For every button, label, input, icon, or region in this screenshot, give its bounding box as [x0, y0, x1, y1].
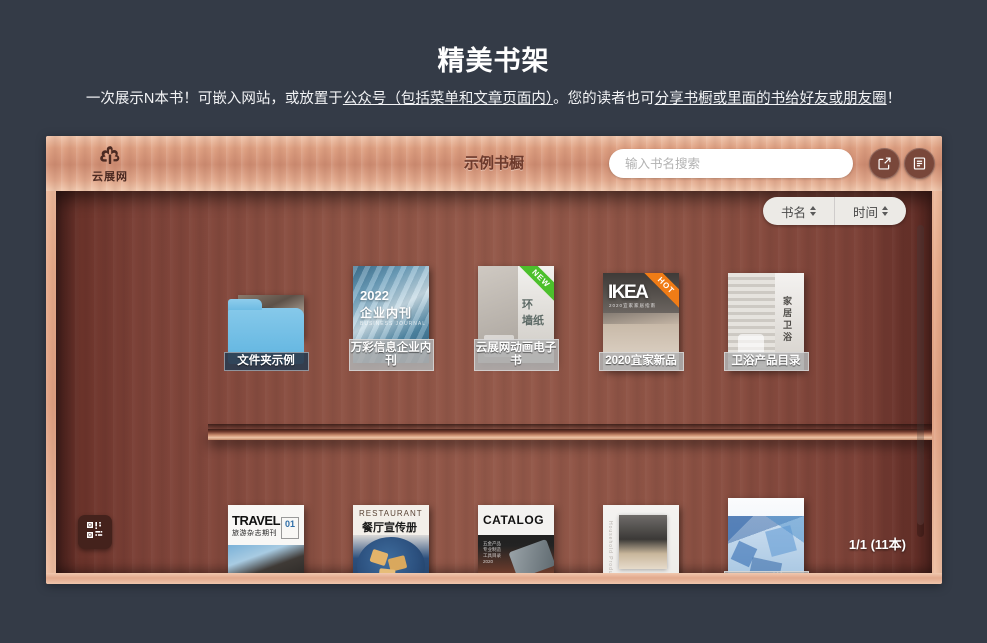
sort-by-time[interactable]: 时间	[833, 197, 906, 225]
book-cover: TRAVEL 旅游杂志期刊 01	[228, 505, 304, 573]
subtitle-text: 一次展示N本书！可嵌入网站，或放置于	[85, 91, 343, 107]
book-item[interactable]: 2022 企业内刊 BUSINESS JOURNAL 万彩信息企业内刊	[347, 266, 435, 371]
book-item[interactable]: IKEA 2020宜家家居指南 HOT 2020宜家新品	[597, 273, 685, 371]
book-title-label: 卫浴产品目录	[723, 352, 809, 371]
book-cover: RESTAURANT 餐厅宣传册	[353, 505, 429, 573]
page-root: 精美书架 一次展示N本书！可嵌入网站，或放置于公众号（包括菜单和文章页面内）。您…	[0, 0, 987, 643]
sort-arrows-icon	[882, 206, 888, 216]
list-icon	[912, 156, 927, 171]
book-item[interactable]: Household Products 家居生活馆 Home Life 家居产品目…	[597, 505, 685, 573]
book-title-label: 2020宜家新品	[598, 352, 684, 371]
book-cover: CATALOG 五金产品 专业制造 工具目录 2020	[478, 505, 554, 573]
vertical-scrollbar[interactable]	[917, 225, 924, 537]
page-subtitle: 一次展示N本书！可嵌入网站，或放置于公众号（包括菜单和文章页面内）。您的读者也可…	[0, 88, 987, 110]
sort-by-title-label: 书名	[780, 205, 806, 220]
subtitle-text: ！	[886, 91, 902, 107]
book-item[interactable]: RESTAURANT 餐厅宣传册 餐厅宣传册	[347, 505, 435, 573]
book-cover: 多媒体翻页电子书	[728, 498, 804, 573]
subtitle-link[interactable]: 公众号（包括菜单和文章页面内）	[343, 91, 553, 107]
book-item[interactable]: CATALOG 五金产品专业制造工具目录2020 五金产品目录	[472, 505, 560, 573]
sort-by-time-label: 时间	[852, 205, 878, 220]
scrollbar-thumb[interactable]	[917, 225, 924, 525]
book-cover: Household Products 家居生活馆 Home Life	[603, 505, 679, 573]
book-title-label: 万彩信息企业内刊	[348, 339, 434, 371]
open-external-button[interactable]	[869, 148, 900, 179]
page-title: 精美书架	[437, 46, 550, 76]
book-item[interactable]: 环 墙纸 NEW 云展网动画电子书	[472, 266, 560, 371]
qr-code-icon	[85, 520, 105, 545]
shelf-plank	[208, 424, 932, 440]
book-title-label: 云展网多媒体翻页书	[723, 571, 809, 573]
qr-code-button[interactable]	[78, 515, 112, 549]
subtitle-link[interactable]: 分享书橱或里面的书给好友或朋友圈	[655, 91, 887, 107]
bookshelf-cabinet: 云展网 示例书橱 输入书名搜索 书名 时间 文件夹示例 2022 企业内刊 BU…	[46, 136, 942, 584]
shelf-row-1: IKEA 文件夹示例 2022 企业内刊 BUSINESS JOURNAL 万彩…	[222, 221, 842, 371]
search-input[interactable]	[609, 149, 853, 178]
subtitle-text: 。您的读者也可	[553, 91, 655, 107]
search-box[interactable]	[609, 149, 853, 178]
list-view-button[interactable]	[904, 148, 935, 179]
book-item[interactable]: 家居卫浴 卫浴产品目录	[722, 273, 810, 371]
book-title-label: 云展网动画电子书	[473, 339, 559, 371]
cabinet-base	[46, 573, 942, 584]
book-title-label: 文件夹示例	[223, 352, 309, 371]
book-item[interactable]: TRAVEL 旅游杂志期刊 01 旅游杂志期刊	[222, 505, 310, 573]
bookshelf-topbar: 云展网 示例书橱	[46, 136, 942, 191]
book-item[interactable]: IKEA 文件夹示例	[222, 273, 310, 371]
external-link-icon	[877, 156, 892, 171]
book-item[interactable]: 多媒体翻页电子书 云展网多媒体翻页书	[722, 498, 810, 573]
bookshelf-interior: 书名 时间 IKEA 文件夹示	[56, 191, 932, 573]
page-counter: 1/1 (11本)	[848, 537, 906, 552]
shelf-row-2: TRAVEL 旅游杂志期刊 01 旅游杂志期刊 RESTAURANT 餐厅宣	[222, 453, 842, 573]
sort-arrows-icon	[809, 206, 816, 216]
